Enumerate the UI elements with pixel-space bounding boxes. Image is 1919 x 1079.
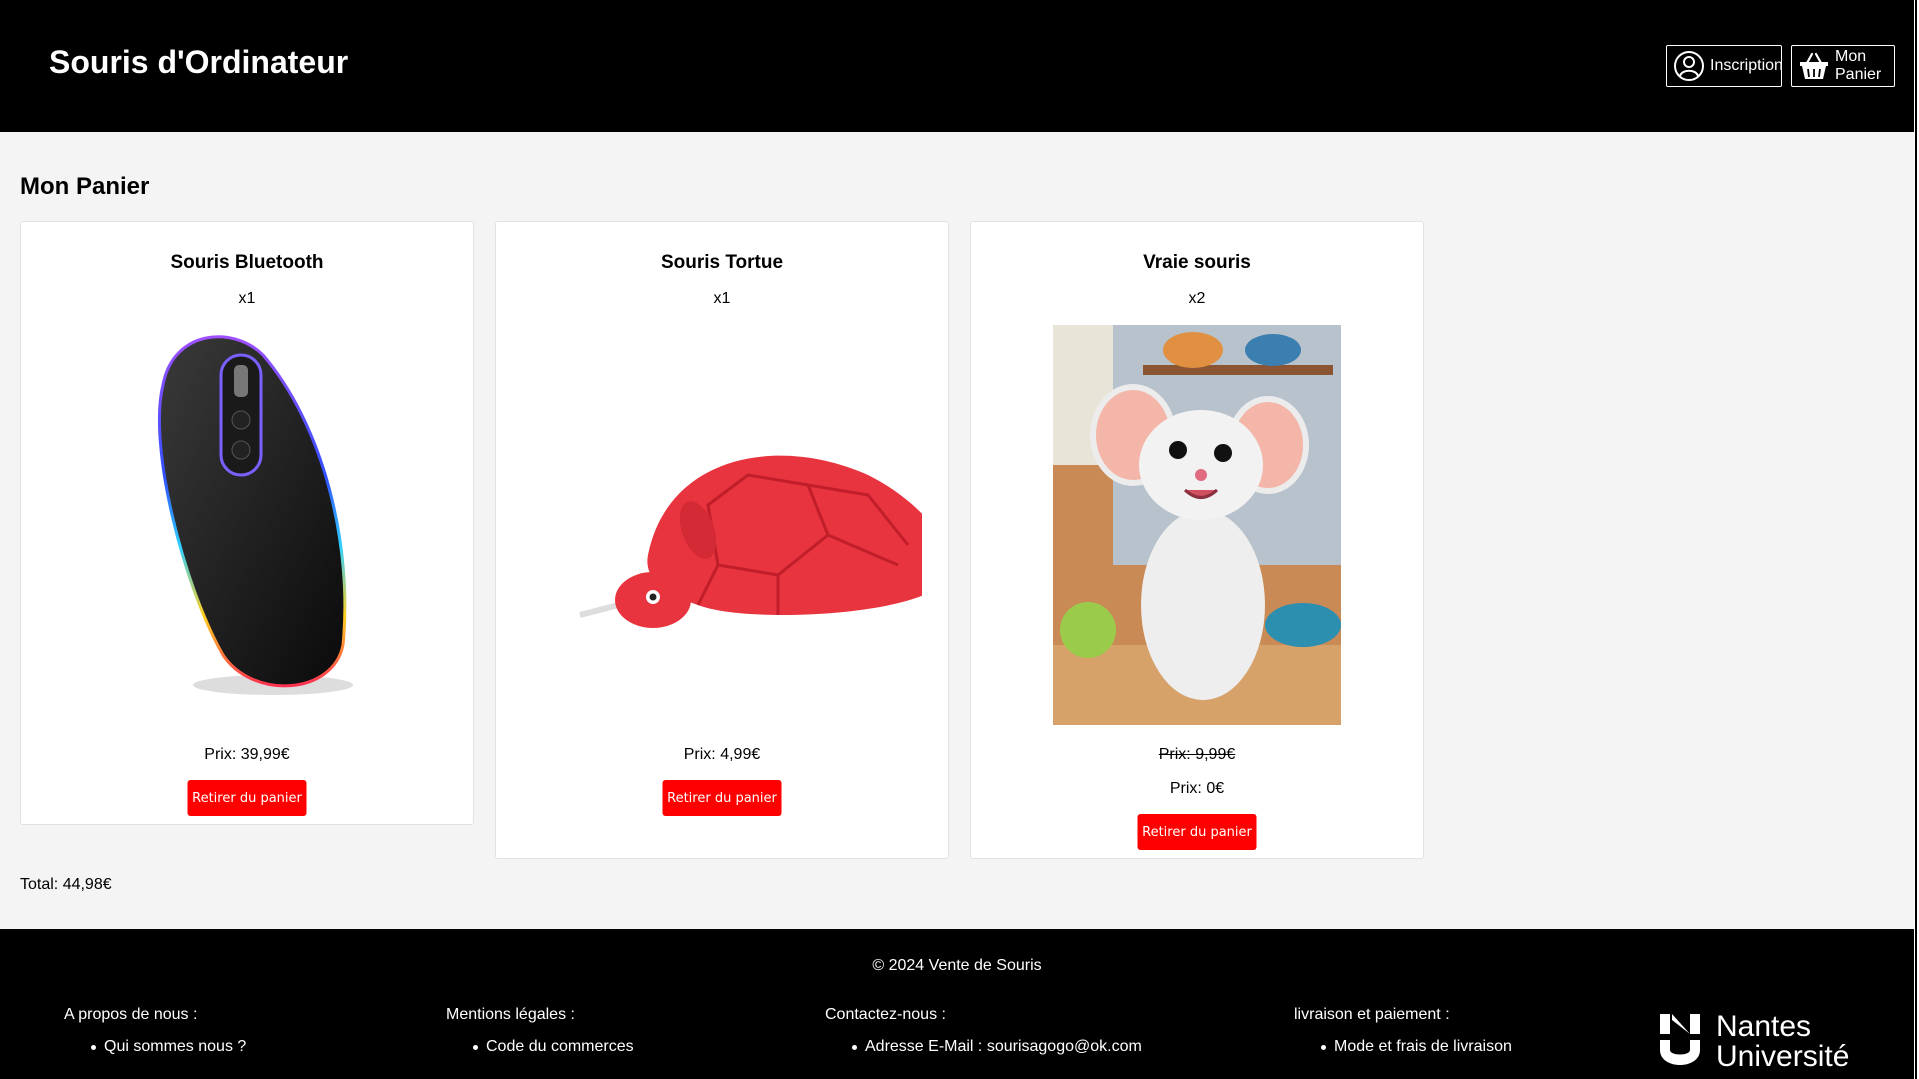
product-old-price: Prix: 9,99€ — [1158, 746, 1236, 763]
footer-column-contact: Contactez-nous : Adresse E-Mail : souris… — [825, 1006, 1142, 1070]
footer-link[interactable]: Code du commerces — [446, 1038, 634, 1056]
product-name: Souris Bluetooth — [170, 252, 324, 273]
cart-item-card: Souris Tortue x1 Prix: 4,99€ Retirer du … — [495, 221, 949, 859]
real-mouse-image — [1053, 325, 1341, 725]
product-quantity: x1 — [238, 290, 256, 307]
site-footer: © 2024 Vente de Souris A propos de nous … — [0, 929, 1914, 1079]
site-header: Souris d'Ordinateur Inscription Mon Pani… — [0, 0, 1914, 132]
footer-column-legal: Mentions légales : Code du commerces — [446, 1006, 634, 1070]
copyright: © 2024 Vente de Souris — [872, 957, 1042, 974]
inscription-button[interactable]: Inscription — [1666, 45, 1783, 87]
user-icon — [1674, 51, 1704, 81]
logo-text-line2: Université — [1716, 1040, 1850, 1073]
cart-item-card: Souris Bluetooth x1 Prix: 39,99€ Retirer… — [20, 221, 474, 825]
footer-column-title: livraison et paiement : — [1294, 1006, 1450, 1023]
footer-link[interactable]: Adresse E-Mail : sourisagogo@ok.com — [825, 1038, 1142, 1056]
product-quantity: x1 — [713, 290, 731, 307]
remove-from-cart-button[interactable]: Retirer du panier — [187, 780, 307, 816]
footer-link[interactable]: Mode et frais de livraison — [1294, 1038, 1512, 1056]
cart-label: Mon Panier — [1835, 48, 1882, 83]
site-title[interactable]: Souris d'Ordinateur — [49, 44, 348, 81]
turtle-mouse-image — [579, 455, 922, 628]
footer-link[interactable]: Qui sommes nous ? — [64, 1038, 246, 1056]
bluetooth-mouse-image — [157, 335, 353, 695]
scrollbar[interactable] — [1914, 0, 1919, 1079]
nantes-logo-mark-icon — [1660, 1014, 1700, 1065]
product-name: Vraie souris — [1143, 252, 1251, 273]
remove-from-cart-button[interactable]: Retirer du panier — [1137, 814, 1257, 850]
inscription-label: Inscription — [1710, 57, 1783, 74]
product-price: Prix: 4,99€ — [683, 746, 761, 763]
logo-text-line1: Nantes — [1716, 1010, 1812, 1043]
remove-from-cart-button[interactable]: Retirer du panier — [662, 780, 782, 816]
cart-total: Total: 44,98€ — [20, 876, 112, 893]
nantes-universite-logo[interactable]: Nantes Université — [1658, 1012, 1873, 1072]
footer-column-title: A propos de nous : — [64, 1006, 198, 1023]
product-name: Souris Tortue — [660, 252, 784, 273]
product-quantity: x2 — [1188, 290, 1206, 307]
cart-button[interactable]: Mon Panier — [1791, 45, 1895, 87]
footer-column-delivery: livraison et paiement : Mode et frais de… — [1294, 1006, 1512, 1070]
footer-column-about: A propos de nous : Qui sommes nous ? — [64, 1006, 246, 1070]
cart-item-card: Vraie souris x2 Prix: 9,99€ Prix: 0€ Ret… — [970, 221, 1424, 859]
product-price: Prix: 39,99€ — [204, 746, 290, 763]
basket-icon — [1800, 52, 1828, 79]
product-price: Prix: 0€ — [1169, 780, 1225, 797]
page-title: Mon Panier — [20, 173, 150, 200]
footer-column-title: Contactez-nous : — [825, 1006, 946, 1023]
footer-column-title: Mentions légales : — [446, 1006, 575, 1023]
